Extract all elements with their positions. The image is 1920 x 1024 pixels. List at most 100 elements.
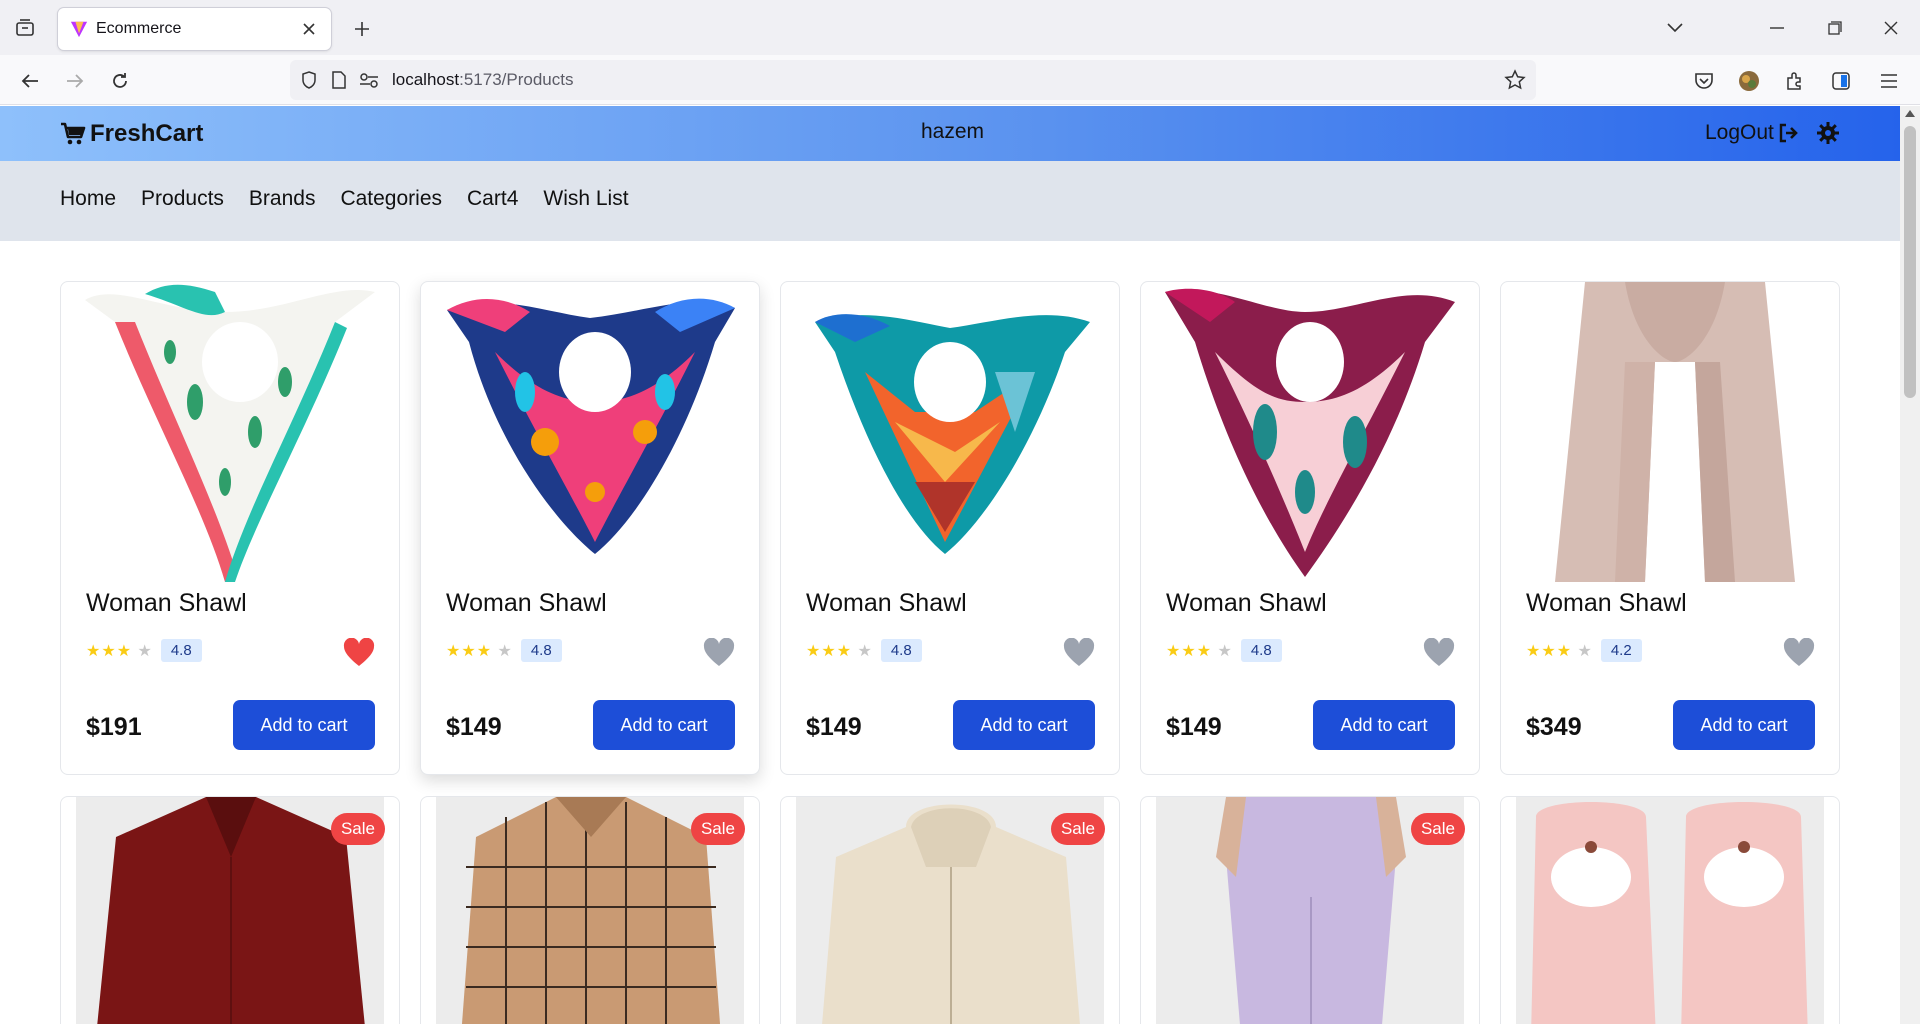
- nav-products[interactable]: Products: [141, 187, 224, 211]
- url-text: localhost:5173/Products: [392, 70, 573, 90]
- rating-score: 4.8: [880, 639, 922, 662]
- browser-nav-bar: localhost:5173/Products: [0, 55, 1920, 105]
- nav-categories[interactable]: Categories: [340, 187, 442, 211]
- product-rating: ★★★ ★ 4.2: [1526, 639, 1642, 662]
- close-tab-icon[interactable]: [299, 19, 319, 39]
- product-price: $349: [1526, 713, 1582, 741]
- product-price: $149: [806, 713, 862, 741]
- add-to-cart-button[interactable]: Add to cart: [953, 700, 1095, 750]
- rating-score: 4.8: [1240, 639, 1282, 662]
- product-image[interactable]: [1516, 797, 1824, 1024]
- reload-icon[interactable]: [106, 67, 134, 95]
- sale-badge: Sale: [1410, 813, 1465, 845]
- rating-stars-icon: ★★★ ★: [446, 642, 513, 660]
- product-price: $149: [1166, 713, 1222, 741]
- nav-home[interactable]: Home: [60, 187, 116, 211]
- add-to-cart-button[interactable]: Add to cart: [1313, 700, 1455, 750]
- extensions-icon[interactable]: [1782, 68, 1808, 94]
- nav-wish-list[interactable]: Wish List: [543, 187, 628, 211]
- product-name: Woman Shawl: [1526, 589, 1687, 617]
- url-bar[interactable]: localhost:5173/Products: [290, 60, 1536, 100]
- rating-score: 4.2: [1600, 639, 1642, 662]
- scrollbar-thumb[interactable]: [1904, 126, 1916, 398]
- product-card[interactable]: Sale: [420, 796, 760, 1024]
- tab-title: Ecommerce: [96, 20, 182, 37]
- add-to-cart-button[interactable]: Add to cart: [593, 700, 735, 750]
- browser-tab-bar: Ecommerce: [0, 0, 1920, 55]
- wishlist-heart-icon[interactable]: [1063, 638, 1095, 668]
- rating-stars-icon: ★★★ ★: [1526, 642, 1593, 660]
- theme-toggle-gear-icon[interactable]: [1816, 121, 1840, 145]
- product-card[interactable]: Woman Shawl ★★★ ★ 4.8 $149 Add to cart: [780, 281, 1120, 775]
- product-image[interactable]: [75, 282, 387, 582]
- url-host: localhost: [392, 70, 460, 89]
- sale-badge: Sale: [690, 813, 745, 845]
- app-header: FreshCart hazem LogOut: [0, 106, 1900, 161]
- rating-stars-icon: ★★★ ★: [86, 642, 153, 660]
- product-card[interactable]: Woman Shawl ★★★ ★ 4.8 $191 Add to cart: [60, 281, 400, 775]
- scroll-up-arrow-icon[interactable]: [1905, 110, 1915, 117]
- forward-arrow-icon[interactable]: [61, 67, 89, 95]
- back-arrow-icon[interactable]: [16, 67, 44, 95]
- product-card[interactable]: Woman Shawl ★★★ ★ 4.8 $149 Add to cart: [420, 281, 760, 775]
- site-permissions-icon[interactable]: [358, 69, 380, 91]
- username: hazem: [920, 120, 985, 143]
- logout-button[interactable]: LogOut: [1705, 121, 1800, 145]
- wishlist-heart-icon[interactable]: [343, 638, 375, 668]
- sidebar-extension-icon[interactable]: [1828, 68, 1854, 94]
- restore-icon[interactable]: [1820, 14, 1850, 42]
- bookmark-star-icon[interactable]: [1504, 69, 1526, 91]
- wishlist-heart-icon[interactable]: [1783, 638, 1815, 668]
- product-card[interactable]: Sale: [780, 796, 1120, 1024]
- rating-stars-icon: ★★★ ★: [1166, 642, 1233, 660]
- logout-label: LogOut: [1705, 121, 1774, 144]
- sale-badge: Sale: [1050, 813, 1105, 845]
- product-rating: ★★★ ★ 4.8: [1166, 639, 1282, 662]
- product-image[interactable]: [1155, 282, 1467, 582]
- product-card[interactable]: Sale: [60, 796, 400, 1024]
- minimize-icon[interactable]: [1762, 14, 1792, 42]
- product-image[interactable]: [795, 282, 1107, 582]
- add-to-cart-button[interactable]: Add to cart: [233, 700, 375, 750]
- nav-cart[interactable]: Cart4: [467, 187, 518, 211]
- product-rating: ★★★ ★ 4.8: [806, 639, 922, 662]
- nav-brands[interactable]: Brands: [249, 187, 316, 211]
- product-image[interactable]: [435, 282, 747, 582]
- close-window-icon[interactable]: [1876, 14, 1906, 42]
- product-price: $149: [446, 713, 502, 741]
- product-card[interactable]: Woman Shawl ★★★ ★ 4.8 $149 Add to cart: [1140, 281, 1480, 775]
- wishlist-heart-icon[interactable]: [703, 638, 735, 668]
- main-nav: Home Products Brands Categories Cart4 Wi…: [0, 161, 1900, 241]
- list-all-tabs-icon[interactable]: [1660, 14, 1690, 42]
- product-name: Woman Shawl: [86, 589, 247, 617]
- sale-badge: Sale: [330, 813, 385, 845]
- product-card[interactable]: Woman Shawl ★★★ ★ 4.2 $349 Add to cart: [1500, 281, 1840, 775]
- shield-icon[interactable]: [298, 69, 320, 91]
- url-path: :5173/Products: [459, 70, 574, 89]
- pocket-icon[interactable]: [1691, 68, 1717, 94]
- product-name: Woman Shawl: [806, 589, 967, 617]
- product-rating: ★★★ ★ 4.8: [446, 639, 562, 662]
- product-card[interactable]: Sale: [1140, 796, 1480, 1024]
- page-icon[interactable]: [328, 69, 350, 91]
- product-rating: ★★★ ★ 4.8: [86, 639, 202, 662]
- product-name: Woman Shawl: [446, 589, 607, 617]
- rating-score: 4.8: [520, 639, 562, 662]
- page-viewport: FreshCart hazem LogOut Home Products Bra…: [0, 106, 1900, 1024]
- rating-score: 4.8: [160, 639, 202, 662]
- product-image[interactable]: [1515, 282, 1827, 582]
- product-price: $191: [86, 713, 142, 741]
- new-tab-icon[interactable]: [350, 17, 374, 41]
- vite-favicon-icon: [70, 21, 88, 38]
- wishlist-heart-icon[interactable]: [1423, 638, 1455, 668]
- tab-list-icon[interactable]: [12, 16, 38, 40]
- add-to-cart-button[interactable]: Add to cart: [1673, 700, 1815, 750]
- rating-stars-icon: ★★★ ★: [806, 642, 873, 660]
- product-card[interactable]: [1500, 796, 1840, 1024]
- product-name: Woman Shawl: [1166, 589, 1327, 617]
- menu-hamburger-icon[interactable]: [1876, 68, 1902, 94]
- browser-tab[interactable]: Ecommerce: [58, 8, 331, 50]
- page-scrollbar[interactable]: [1900, 106, 1920, 1024]
- account-avatar-icon[interactable]: [1736, 68, 1762, 94]
- sign-out-icon: [1779, 123, 1798, 143]
